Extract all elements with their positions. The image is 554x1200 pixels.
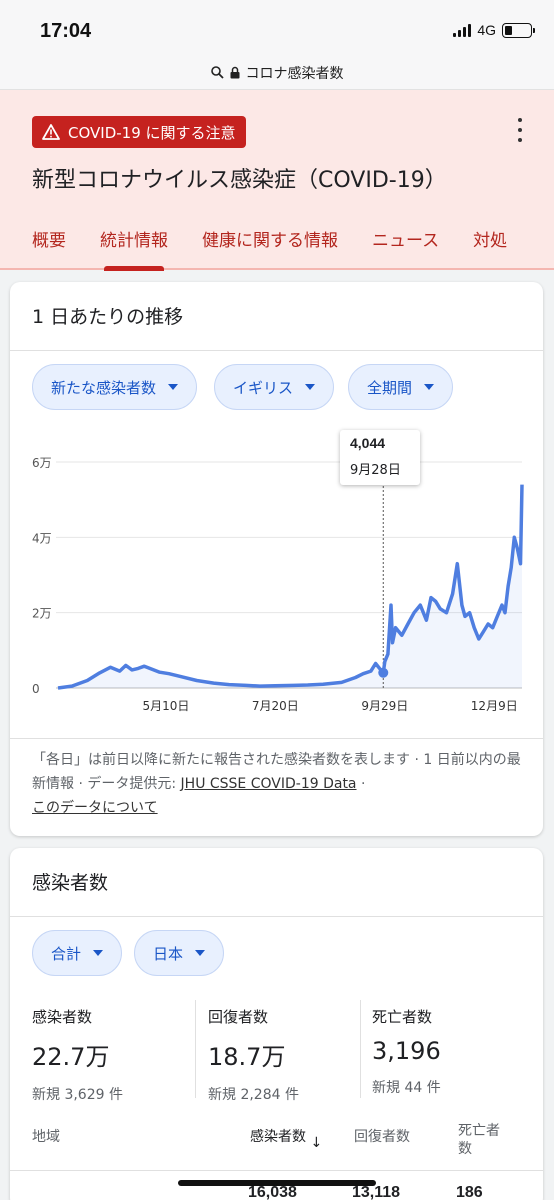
home-indicator[interactable] — [178, 1180, 376, 1186]
network-label: 4G — [477, 22, 496, 38]
country-filter-label: 日本 — [153, 944, 184, 963]
row-recovered-value: 13,118 — [352, 1184, 401, 1200]
stat-value: 22.7万 — [32, 1043, 110, 1071]
dropdown-caret-icon — [195, 950, 206, 956]
data-source-link[interactable]: JHU CSSE COVID-19 Data — [181, 776, 357, 792]
address-bar[interactable]: コロナ感染者数 — [0, 56, 554, 90]
region-filter-dropdown[interactable]: イギリス — [214, 364, 335, 410]
topic-tabs: 概要 統計情報 健康に関する情報 ニュース 対処 — [32, 226, 507, 271]
x-tick-label: 7月20日 — [252, 699, 299, 713]
tooltip-value: 4,044 — [350, 435, 386, 451]
daily-trend-card: 1 日あたりの推移 新たな感染者数 イギリス 全期間 0 2万 4万 6万 5月10日… — [10, 282, 543, 836]
tab-news[interactable]: ニュース — [372, 226, 439, 270]
y-tick-label: 4万 — [32, 531, 52, 545]
scope-filter-dropdown[interactable]: 合計 — [32, 930, 123, 976]
dropdown-caret-icon — [305, 384, 316, 390]
region-filter-label: イギリス — [233, 378, 294, 397]
stat-value: 18.7万 — [208, 1043, 286, 1071]
search-icon — [210, 66, 224, 79]
about-data-link[interactable]: このデータについて — [32, 800, 158, 816]
stat-value: 3,196 — [372, 1037, 441, 1065]
chart-tooltip: 4,044 9月28日 — [340, 430, 420, 485]
stat-cases: 感染者数 22.7万 新規 3,629 件 — [32, 1006, 123, 1104]
divider — [10, 1170, 543, 1171]
sort-descending-icon: ↓ — [310, 1135, 323, 1151]
stat-separator — [195, 1000, 196, 1098]
column-header-deaths-line1: 死亡者 — [458, 1123, 500, 1139]
stat-label: 回復者数 — [208, 1008, 269, 1026]
x-tick-label: 5月10日 — [142, 699, 189, 713]
column-header-deaths[interactable]: 死亡者 数 — [458, 1122, 500, 1158]
divider — [10, 350, 543, 351]
y-tick-label: 6万 — [32, 456, 52, 470]
divider — [10, 916, 543, 917]
x-tick-label: 12月9日 — [471, 699, 518, 713]
scope-filter-label: 合計 — [51, 944, 82, 963]
warning-icon — [42, 124, 60, 140]
stat-deaths: 死亡者数 3,196 新規 44 件 — [372, 1006, 441, 1097]
page-title: 新型コロナウイルス感染症（COVID-19） — [32, 168, 447, 193]
signal-icon — [453, 23, 472, 37]
period-filter-label: 全期間 — [367, 378, 413, 397]
metric-filter-label: 新たな感染者数 — [51, 378, 157, 397]
url-text: コロナ感染者数 — [245, 65, 344, 82]
daily-cases-chart[interactable]: 0 2万 4万 6万 5月10日 7月20日 9月29日 12月9日 — [10, 422, 543, 722]
dropdown-caret-icon — [168, 384, 179, 390]
row-deaths-value: 186 — [456, 1184, 483, 1200]
column-header-region[interactable]: 地域 — [32, 1126, 60, 1146]
tab-response[interactable]: 対処 — [473, 226, 507, 270]
covid-warning-badge[interactable]: COVID-19 に関する注意 — [32, 116, 246, 148]
status-bar: 17:04 4G — [0, 0, 554, 56]
country-filter-dropdown[interactable]: 日本 — [134, 930, 225, 976]
highlight-point — [378, 667, 389, 678]
stat-new: 新規 3,629 件 — [32, 1087, 123, 1103]
stat-label: 感染者数 — [32, 1008, 93, 1026]
column-header-deaths-line2: 数 — [458, 1141, 472, 1157]
stat-new: 新規 44 件 — [372, 1080, 441, 1096]
row-cases-value: 16,038 — [248, 1184, 297, 1200]
column-header-cases[interactable]: 感染者数 ↓ — [250, 1126, 322, 1151]
battery-icon — [502, 22, 535, 38]
tab-statistics[interactable]: 統計情報 — [100, 226, 168, 271]
lock-icon — [230, 66, 239, 79]
tab-overview[interactable]: 概要 — [32, 226, 66, 270]
status-indicators: 4G — [453, 22, 535, 38]
divider — [10, 738, 543, 739]
dropdown-caret-icon — [93, 950, 104, 956]
y-tick-label: 0 — [32, 682, 40, 696]
data-note: 「各日」は前日以降に新たに報告された感染者数を表します · 1 日前以内の最新情… — [32, 752, 521, 816]
column-header-cases-label: 感染者数 — [250, 1129, 306, 1145]
stat-recovered: 回復者数 18.7万 新規 2,284 件 — [208, 1006, 299, 1104]
topic-header: COVID-19 に関する注意 新型コロナウイルス感染症（COVID-19） 概… — [0, 90, 554, 271]
tab-health-info[interactable]: 健康に関する情報 — [202, 226, 338, 270]
cases-card: 感染者数 合計 日本 感染者数 22.7万 新規 3,629 件 回復者数 18… — [10, 848, 543, 1200]
daily-trend-title: 1 日あたりの推移 — [32, 306, 184, 328]
stat-separator — [360, 1000, 361, 1098]
column-header-recovered[interactable]: 回復者数 — [354, 1126, 410, 1146]
period-filter-dropdown[interactable]: 全期間 — [348, 364, 454, 410]
stat-label: 死亡者数 — [372, 1008, 433, 1026]
y-tick-label: 2万 — [32, 607, 52, 621]
stat-new: 新規 2,284 件 — [208, 1087, 299, 1103]
dropdown-caret-icon — [424, 384, 435, 390]
tooltip-date: 9月28日 — [350, 463, 401, 478]
cases-title: 感染者数 — [32, 872, 109, 894]
x-tick-label: 9月29日 — [361, 699, 408, 713]
more-options-icon[interactable] — [514, 118, 526, 142]
metric-filter-dropdown[interactable]: 新たな感染者数 — [32, 364, 198, 410]
warning-label: COVID-19 に関する注意 — [68, 123, 236, 142]
status-time: 17:04 — [40, 20, 92, 42]
